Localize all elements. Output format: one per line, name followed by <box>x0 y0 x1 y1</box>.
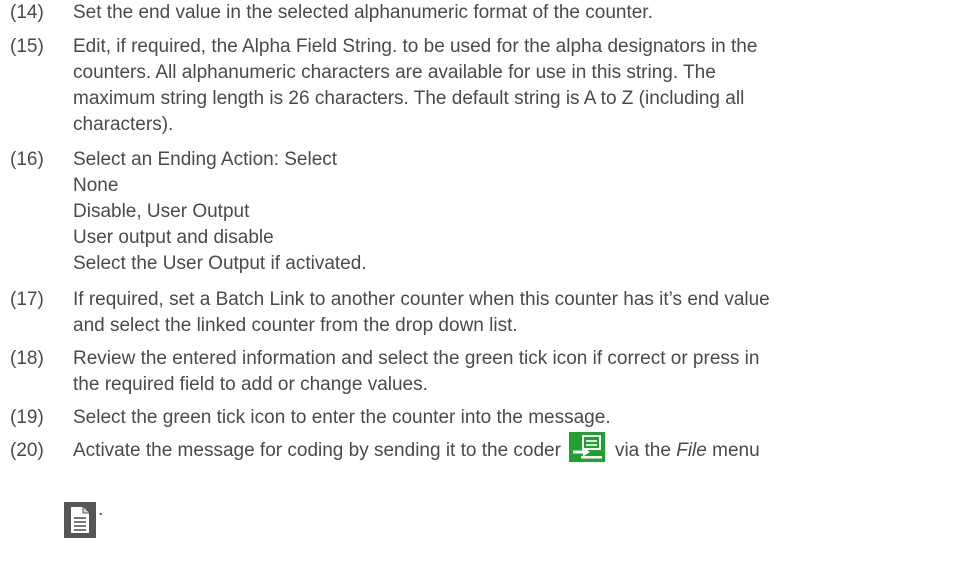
step-line: Set the end value in the selected alphan… <box>73 2 653 23</box>
step-number: (15) <box>10 36 44 57</box>
step-line: Select the User Output if activated. <box>73 253 367 274</box>
step-number: (14) <box>10 2 44 23</box>
step-line: Edit, if required, the Alpha Field Strin… <box>73 36 758 57</box>
step-text-menu: menu <box>712 440 760 461</box>
step-text: If required, set a Batch Link to another… <box>73 287 945 339</box>
step-text: Activate the message for coding by sendi… <box>73 431 945 464</box>
step-line: Select an Ending Action: Select <box>73 149 338 170</box>
step-line: the required field to add or change valu… <box>73 374 428 395</box>
step-number: (20) <box>10 440 44 461</box>
step-line: Review the entered information and selec… <box>73 348 760 369</box>
step-line: and select the linked counter from the d… <box>73 315 518 336</box>
step-text: Set the end value in the selected alphan… <box>73 0 945 26</box>
step-line: Disable, User Output <box>73 201 250 222</box>
step-line: None <box>73 175 119 196</box>
step-line: Activate the message for coding by sendi… <box>73 431 945 464</box>
step-text: Select an Ending Action: Select None Dis… <box>73 147 945 277</box>
send-to-coder-icon <box>568 431 605 462</box>
step-text: Edit, if required, the Alpha Field Strin… <box>73 34 945 138</box>
step-line: counters. All alphanumeric characters ar… <box>73 62 716 83</box>
file-menu-name: File <box>676 440 707 461</box>
step-text: Select the green tick icon to enter the … <box>73 405 945 431</box>
step-number: (17) <box>10 289 44 310</box>
step-line: characters). <box>73 114 174 135</box>
step-line: User output and disable <box>73 227 274 248</box>
trailing-period: . <box>98 499 104 520</box>
step-line: Select the green tick icon to enter the … <box>73 407 611 428</box>
step-text-via: via the <box>614 440 671 461</box>
step-number: (16) <box>10 149 44 170</box>
file-menu-icon <box>64 502 96 538</box>
step-text-before-icon: Activate the message for coding by sendi… <box>73 440 561 461</box>
step-number: (19) <box>10 407 44 428</box>
step-line: If required, set a Batch Link to another… <box>73 289 770 310</box>
step-line: maximum string length is 26 characters. … <box>73 88 745 109</box>
step-text: Review the entered information and selec… <box>73 346 945 398</box>
step-number: (18) <box>10 348 44 369</box>
